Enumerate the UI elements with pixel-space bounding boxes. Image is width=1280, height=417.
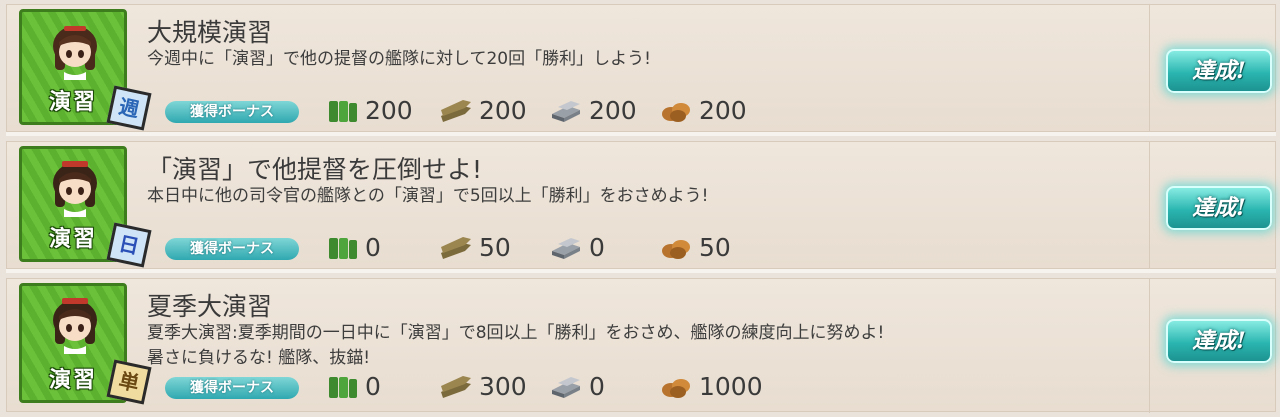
ammo-value: 300 (479, 372, 527, 401)
girl-icon (53, 161, 97, 217)
bonus-label: 獲得ボーナス (165, 101, 299, 123)
quest-row[interactable]: 演習 週 大規模演習 今週中に「演習」で他の提督の艦隊に対して20回「勝利」しよ… (6, 4, 1276, 133)
achieved-button[interactable]: 達成! (1166, 186, 1272, 230)
weekly-badge: 週 (106, 85, 152, 131)
fuel-icon (329, 101, 357, 122)
daily-badge: 日 (106, 222, 152, 268)
bauxite-value: 200 (699, 96, 747, 125)
status-panel: 達成! (1149, 142, 1280, 270)
fuel-value: 200 (365, 96, 413, 125)
achieved-button[interactable]: 達成! (1166, 319, 1272, 363)
quest-title: 夏季大演習 (147, 292, 273, 321)
quest-description: 本日中に他の司令官の艦隊との「演習」で5回以上「勝利」をおさめよう! (147, 186, 709, 206)
achieved-button[interactable]: 達成! (1166, 49, 1272, 93)
fuel-value: 0 (365, 372, 381, 401)
girl-icon (53, 26, 97, 80)
fuel-icon (329, 238, 357, 259)
steel-value: 200 (589, 96, 637, 125)
quest-description: 今週中に「演習」で他の提督の艦隊に対して20回「勝利」しよう! (147, 49, 651, 69)
steel-value: 0 (589, 233, 605, 262)
bonus-label: 獲得ボーナス (165, 238, 299, 260)
one-time-badge: 単 (106, 359, 152, 405)
ammo-value: 50 (479, 233, 511, 262)
status-panel: 達成! (1149, 279, 1280, 413)
ammo-icon (441, 376, 471, 398)
steel-value: 0 (589, 372, 605, 401)
bauxite-icon (662, 103, 690, 122)
fuel-value: 0 (365, 233, 381, 262)
divider (6, 132, 1276, 136)
quest-description: 夏季大演習:夏季期間の一日中に「演習」で8回以上「勝利」をおさめ、艦隊の練度向上… (147, 323, 885, 368)
ammo-value: 200 (479, 96, 527, 125)
quest-title: 「演習」で他提督を圧倒せよ! (147, 155, 483, 184)
ammo-icon (441, 100, 471, 122)
divider (6, 269, 1276, 273)
quest-title: 大規模演習 (147, 18, 273, 47)
steel-icon (552, 101, 580, 122)
girl-icon (53, 298, 97, 354)
bauxite-value: 50 (699, 233, 731, 262)
bauxite-value: 1000 (699, 372, 763, 401)
quest-list: 演習 週 大規模演習 今週中に「演習」で他の提督の艦隊に対して20回「勝利」しよ… (0, 0, 1280, 417)
ammo-icon (441, 237, 471, 259)
bonus-label: 獲得ボーナス (165, 377, 299, 399)
steel-icon (552, 238, 580, 259)
bauxite-icon (662, 379, 690, 398)
fuel-icon (329, 377, 357, 398)
quest-row[interactable]: 演習 単 夏季大演習 夏季大演習:夏季期間の一日中に「演習」で8回以上「勝利」を… (6, 278, 1276, 413)
quest-row[interactable]: 演習 日 「演習」で他提督を圧倒せよ! 本日中に他の司令官の艦隊との「演習」で5… (6, 141, 1276, 270)
steel-icon (552, 377, 580, 398)
bauxite-icon (662, 240, 690, 259)
status-panel: 達成! (1149, 5, 1280, 133)
